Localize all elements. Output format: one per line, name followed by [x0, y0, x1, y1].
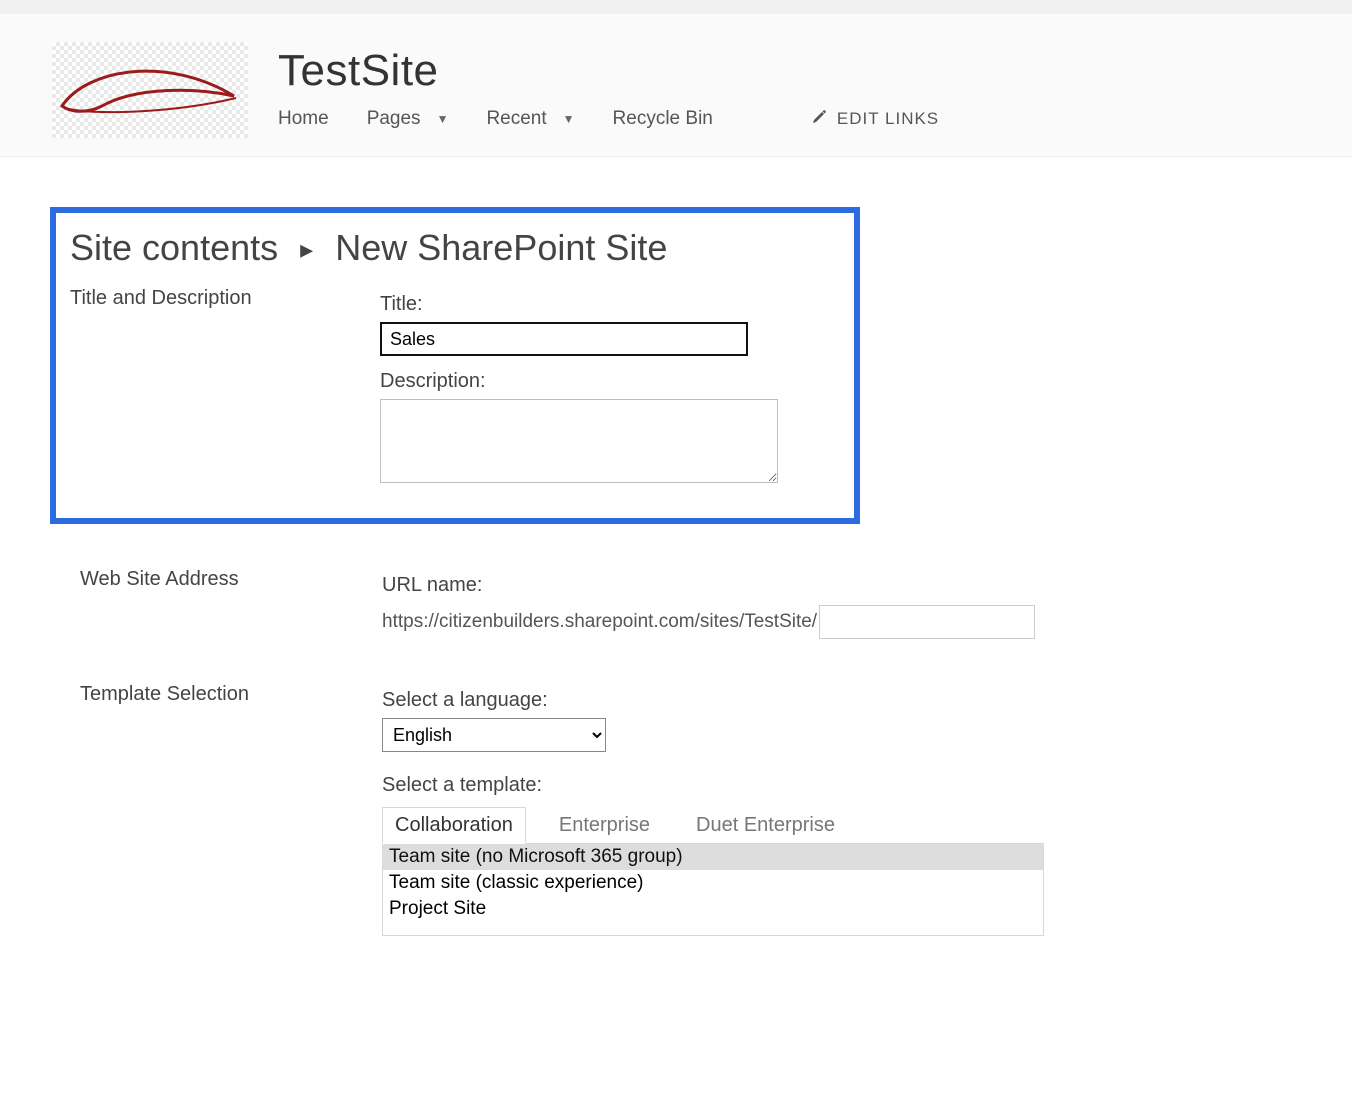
top-nav: Home Pages ▼ Recent ▼ Recycle Bin — [278, 104, 939, 130]
chevron-down-icon: ▼ — [563, 112, 575, 126]
url-prefix: https://citizenbuilders.sharepoint.com/s… — [382, 611, 817, 633]
nav-recycle-bin[interactable]: Recycle Bin — [613, 108, 713, 130]
breadcrumb: Site contents ▸ New SharePoint Site — [70, 227, 844, 269]
edit-links-button[interactable]: EDIT LINKS — [811, 109, 939, 130]
breadcrumb-current: New SharePoint Site — [335, 227, 667, 268]
nav-recent[interactable]: Recent ▼ — [486, 108, 574, 130]
title-description-section: Site contents ▸ New SharePoint Site Titl… — [50, 207, 860, 524]
website-address-heading: Web Site Address — [80, 566, 382, 591]
tab-enterprise[interactable]: Enterprise — [546, 807, 663, 844]
nav-pages[interactable]: Pages ▼ — [367, 108, 449, 130]
website-address-section: Web Site Address URL name: https://citiz… — [50, 566, 1300, 639]
language-label: Select a language: — [382, 689, 1300, 712]
url-name-input[interactable] — [819, 605, 1035, 639]
tab-collaboration[interactable]: Collaboration — [382, 807, 526, 844]
template-selection-heading: Template Selection — [80, 681, 382, 706]
pencil-icon — [811, 109, 827, 130]
template-option[interactable]: Team site (no Microsoft 365 group) — [383, 844, 1043, 870]
title-input[interactable] — [380, 322, 748, 356]
template-listbox[interactable]: Team site (no Microsoft 365 group) Team … — [383, 844, 1043, 934]
breadcrumb-parent[interactable]: Site contents — [70, 227, 278, 268]
site-title[interactable]: TestSite — [278, 46, 939, 96]
template-option[interactable]: Project Site — [383, 896, 1043, 922]
title-desc-heading: Title and Description — [70, 285, 380, 310]
template-selection-section: Template Selection Select a language: En… — [50, 681, 1300, 936]
template-label: Select a template: — [382, 774, 1300, 797]
site-header: TestSite Home Pages ▼ Recent ▼ Recycle B… — [0, 14, 1352, 157]
nav-pages-label: Pages — [367, 108, 421, 130]
breadcrumb-separator-icon: ▸ — [300, 234, 313, 264]
site-logo[interactable] — [52, 42, 248, 138]
nav-recent-label: Recent — [486, 108, 546, 130]
tab-duet-enterprise[interactable]: Duet Enterprise — [683, 807, 848, 844]
title-label: Title: — [380, 293, 844, 316]
nav-home[interactable]: Home — [278, 108, 329, 130]
description-label: Description: — [380, 370, 844, 393]
url-name-label: URL name: — [382, 574, 1300, 597]
description-textarea[interactable] — [380, 399, 778, 483]
language-select[interactable]: English — [382, 718, 606, 752]
template-option[interactable]: Team site (classic experience) — [383, 870, 1043, 896]
edit-links-label: EDIT LINKS — [837, 109, 939, 129]
template-tabs: Collaboration Enterprise Duet Enterprise — [382, 807, 1300, 844]
chevron-down-icon: ▼ — [437, 112, 449, 126]
